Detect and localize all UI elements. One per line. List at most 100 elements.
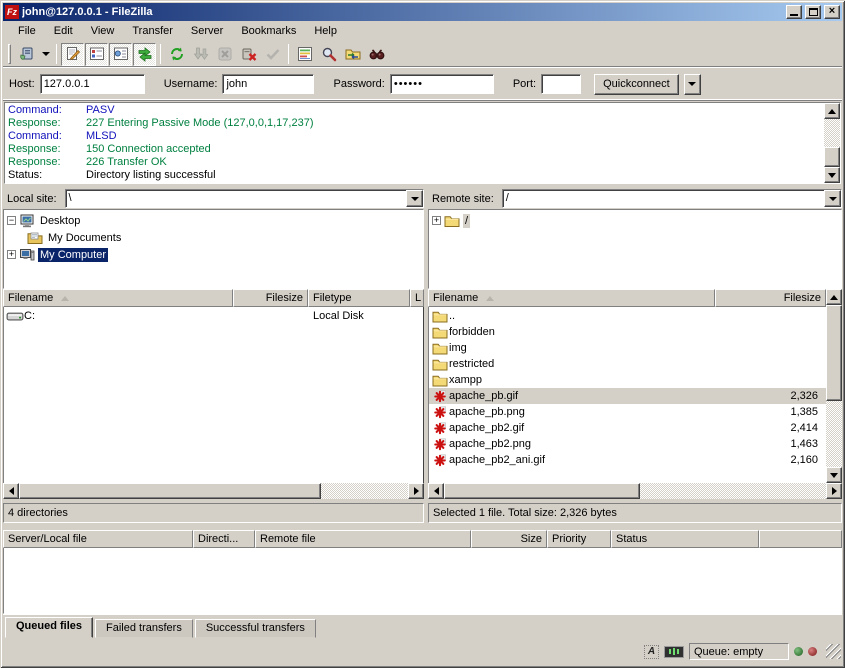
reconnect-button[interactable]	[261, 43, 284, 66]
remote-file-row[interactable]: apache_pb2_ani.gif2,160	[429, 452, 826, 468]
column-filename[interactable]: Filename	[3, 289, 233, 307]
menu-view[interactable]: View	[82, 23, 124, 39]
tab-successful-transfers[interactable]: Successful transfers	[195, 619, 316, 638]
tree-item-my-documents[interactable]: My Documents	[7, 229, 423, 246]
scroll-down-button[interactable]	[826, 467, 842, 483]
remote-file-row[interactable]: xampp	[429, 372, 826, 388]
menu-server[interactable]: Server	[182, 23, 232, 39]
log-line: Response:226 Transfer OK	[8, 156, 824, 169]
image-file-icon	[431, 422, 449, 435]
column-remote-file[interactable]: Remote file	[255, 530, 471, 548]
menu-edit[interactable]: Edit	[45, 23, 82, 39]
expand-icon[interactable]: +	[7, 250, 16, 259]
remote-file-row[interactable]: apache_pb2.png1,463	[429, 436, 826, 452]
local-file-list[interactable]: C: Local Disk	[3, 307, 424, 483]
scroll-left-button[interactable]	[3, 483, 19, 499]
column-filesize[interactable]: Filesize	[715, 289, 826, 307]
remote-file-row-selected[interactable]: apache_pb.gif2,326	[429, 388, 826, 404]
remote-vertical-scrollbar[interactable]	[826, 289, 842, 483]
remote-site-dropdown-button[interactable]	[824, 190, 841, 207]
expand-icon[interactable]: +	[432, 216, 441, 225]
speed-indicator-icon[interactable]	[664, 646, 684, 658]
resize-grip[interactable]	[826, 644, 841, 659]
menu-transfer[interactable]: Transfer	[123, 23, 182, 39]
menu-bookmarks[interactable]: Bookmarks	[232, 23, 305, 39]
tree-item-desktop[interactable]: − Desktop	[7, 212, 423, 229]
column-filesize[interactable]: Filesize	[233, 289, 308, 307]
message-log-body[interactable]: Command:PASV Response:227 Entering Passi…	[5, 103, 824, 183]
find-files-button[interactable]	[317, 43, 340, 66]
scrollbar-thumb[interactable]	[826, 305, 842, 401]
username-input[interactable]	[222, 74, 314, 94]
filezilla-window: Fz john@127.0.0.1 - FileZilla × File Edi…	[0, 0, 845, 668]
quickconnect-dropdown-button[interactable]	[684, 74, 701, 95]
host-input[interactable]	[40, 74, 145, 94]
port-input[interactable]	[541, 74, 581, 94]
local-site-combobox[interactable]: \	[65, 189, 424, 208]
disconnect-button[interactable]	[237, 43, 260, 66]
toggle-message-log-button[interactable]	[61, 43, 84, 66]
remote-file-list[interactable]: .. forbidden img restricted xampp apache…	[428, 307, 826, 483]
scrollbar-thumb[interactable]	[19, 483, 321, 499]
scroll-left-button[interactable]	[428, 483, 444, 499]
site-manager-dropdown-button[interactable]	[39, 43, 52, 66]
cancel-operation-button[interactable]	[213, 43, 236, 66]
local-horizontal-scrollbar[interactable]	[3, 483, 424, 499]
close-button[interactable]: ×	[824, 5, 840, 19]
local-file-row[interactable]: C: Local Disk	[4, 308, 423, 324]
process-queue-button[interactable]	[189, 43, 212, 66]
synchronized-browsing-button[interactable]	[341, 43, 364, 66]
maximize-button[interactable]	[805, 5, 821, 19]
minimize-button[interactable]	[786, 5, 802, 19]
scroll-right-button[interactable]	[826, 483, 842, 499]
local-site-dropdown-button[interactable]	[406, 190, 423, 207]
filename-filters-button[interactable]	[365, 43, 388, 66]
toggle-transfer-queue-button[interactable]	[133, 43, 156, 66]
column-filetype[interactable]: Filetype	[308, 289, 410, 307]
column-priority[interactable]: Priority	[547, 530, 611, 548]
tree-item-root[interactable]: + /	[432, 212, 841, 229]
remote-site-combobox[interactable]: /	[502, 189, 842, 208]
scrollbar-thumb[interactable]	[444, 483, 640, 499]
scroll-down-button[interactable]	[824, 167, 840, 183]
remote-file-row[interactable]: ..	[429, 308, 826, 324]
toolbar-gripper[interactable]	[8, 44, 11, 64]
remote-file-row[interactable]: restricted	[429, 356, 826, 372]
scroll-up-button[interactable]	[824, 103, 840, 119]
remote-horizontal-scrollbar[interactable]	[428, 483, 842, 499]
collapse-icon[interactable]: −	[7, 216, 16, 225]
toggle-local-tree-button[interactable]	[85, 43, 108, 66]
toggle-remote-tree-button[interactable]	[109, 43, 132, 66]
scroll-right-button[interactable]	[408, 483, 424, 499]
remote-directory-tree[interactable]: + /	[428, 209, 842, 289]
column-size[interactable]: Size	[471, 530, 547, 548]
directory-comparison-button[interactable]	[293, 43, 316, 66]
remote-file-row[interactable]: forbidden	[429, 324, 826, 340]
menu-help[interactable]: Help	[305, 23, 346, 39]
log-scrollbar[interactable]	[824, 103, 840, 183]
column-filename[interactable]: Filename	[428, 289, 715, 307]
column-empty[interactable]	[759, 530, 842, 548]
menu-file[interactable]: File	[9, 23, 45, 39]
scrollbar-thumb[interactable]	[824, 147, 840, 167]
log-line: Response:227 Entering Passive Mode (127,…	[8, 117, 824, 130]
tab-queued-files[interactable]: Queued files	[5, 617, 93, 638]
filezilla-logo-icon[interactable]: Fz	[5, 5, 19, 19]
column-status[interactable]: Status	[611, 530, 759, 548]
column-server-local-file[interactable]: Server/Local file	[3, 530, 193, 548]
column-last-modified[interactable]: L	[410, 289, 424, 307]
local-directory-tree[interactable]: − Desktop My Documents + My Computer	[3, 209, 424, 289]
tab-failed-transfers[interactable]: Failed transfers	[95, 619, 193, 638]
remote-file-row[interactable]: apache_pb.png1,385	[429, 404, 826, 420]
remote-file-row[interactable]: apache_pb2.gif2,414	[429, 420, 826, 436]
site-manager-button[interactable]	[15, 43, 38, 66]
refresh-button[interactable]	[165, 43, 188, 66]
transfer-type-indicator-icon[interactable]: A	[644, 645, 659, 659]
password-input[interactable]	[390, 74, 494, 94]
queue-body[interactable]	[3, 548, 842, 614]
tree-item-my-computer[interactable]: + My Computer	[7, 246, 423, 263]
column-direction[interactable]: Directi...	[193, 530, 255, 548]
remote-file-row[interactable]: img	[429, 340, 826, 356]
quickconnect-button[interactable]: Quickconnect	[594, 74, 679, 95]
scroll-up-button[interactable]	[826, 289, 842, 305]
